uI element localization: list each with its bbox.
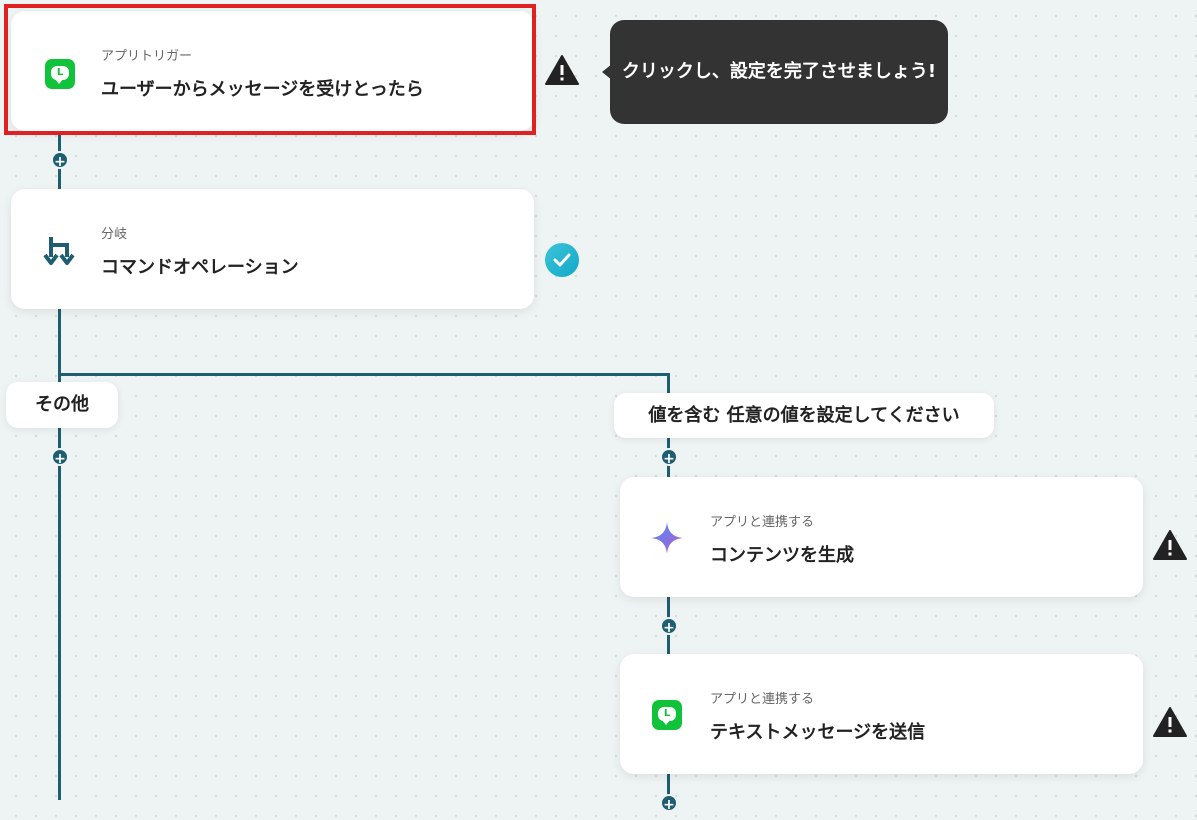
branch-label-condition[interactable]: 値を含む 任意の値を設定してください [614, 393, 994, 438]
warning-icon [1153, 707, 1187, 737]
branch-icon [43, 237, 75, 265]
branch-label-other[interactable]: その他 [6, 382, 118, 428]
add-step-button[interactable]: + [660, 448, 678, 467]
add-step-button[interactable]: + [660, 617, 678, 636]
branch-category: 分岐 [101, 227, 128, 242]
line-app-icon [652, 700, 682, 730]
send-title: テキストメッセージを送信 [710, 722, 926, 743]
selected-outline [4, 4, 536, 135]
send-category: アプリと連携する [710, 692, 815, 707]
add-step-button[interactable]: + [51, 151, 69, 170]
setup-tooltip: クリックし、設定を完了させましょう! [610, 20, 948, 124]
warning-icon [1153, 530, 1187, 560]
add-step-button[interactable]: + [660, 794, 678, 813]
branch-card[interactable]: 分岐 コマンドオペレーション [11, 189, 534, 309]
generate-title: コンテンツを生成 [710, 545, 854, 566]
add-step-button[interactable]: + [51, 448, 69, 467]
connector-line [58, 373, 670, 376]
generate-category: アプリと連携する [710, 515, 815, 530]
check-icon [545, 243, 579, 277]
generate-content-card[interactable]: アプリと連携する コンテンツを生成 [620, 477, 1143, 597]
warning-icon [545, 55, 579, 85]
sparkle-icon [651, 522, 683, 554]
branch-title: コマンドオペレーション [101, 257, 299, 278]
send-message-card[interactable]: アプリと連携する テキストメッセージを送信 [620, 654, 1143, 774]
